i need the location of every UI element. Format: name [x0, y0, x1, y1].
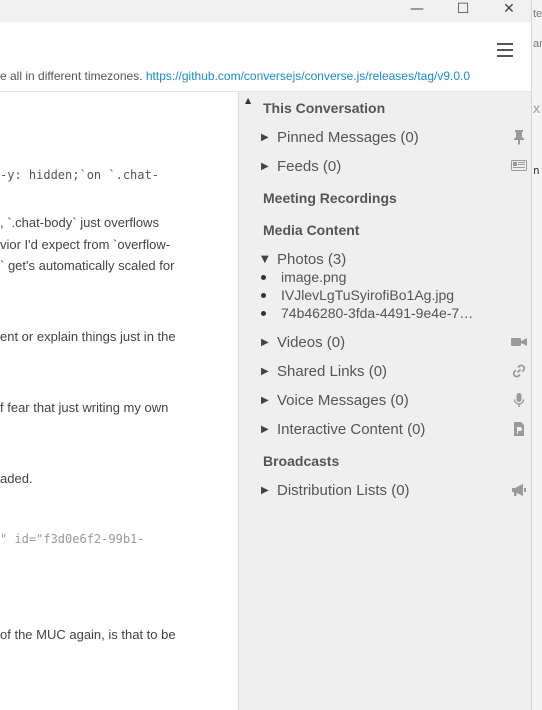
close-window-button[interactable]: ✕: [486, 0, 532, 22]
feed-icon: [511, 160, 527, 171]
minimize-button[interactable]: —: [394, 0, 440, 22]
bullet: [261, 292, 266, 298]
chat-message-line: vior I'd expect from `overflow-: [0, 237, 171, 252]
videos-label: Videos (0): [277, 334, 346, 351]
background-window: te am x n.j: [531, 0, 542, 710]
feeds-label: Feeds (0): [277, 158, 342, 175]
section-heading-broadcasts: Broadcasts: [263, 453, 340, 469]
chat-message-line: of the MUC again, is that to be: [0, 627, 176, 642]
photo-file-link[interactable]: 74b46280-3fda-4491-9e4e-7…: [261, 305, 473, 321]
section-heading-this-conversation: This Conversation: [263, 100, 386, 116]
interactive-content-label: Interactive Content (0): [277, 421, 426, 438]
expand-arrow-icon: ▶: [261, 366, 269, 377]
background-close-icon: x: [533, 100, 540, 116]
distribution-lists-toggle[interactable]: ▶ Distribution Lists (0): [261, 482, 531, 504]
chat-body: -y: hidden;`on `.chat- , `.chat-body` ju…: [0, 92, 238, 710]
photos-label: Photos (3): [277, 251, 347, 268]
expand-arrow-icon: ▶: [261, 395, 269, 406]
bullet: [261, 274, 266, 280]
shared-links-label: Shared Links (0): [277, 363, 388, 380]
maximize-button[interactable]: ☐: [440, 0, 486, 22]
chat-topic: e all in different timezones. https://gi…: [0, 69, 470, 83]
photo-file-link[interactable]: image.png: [261, 269, 346, 285]
chat-header: e all in different timezones. https://gi…: [0, 22, 531, 92]
chat-message-line: " id="f3d0e6f2-99b1-: [0, 532, 145, 546]
bullet: [261, 310, 266, 316]
expand-arrow-icon: ▶: [261, 337, 269, 348]
pinned-messages-toggle[interactable]: ▶ Pinned Messages (0): [261, 129, 531, 151]
collapse-arrow-icon: ▼: [261, 254, 269, 265]
hamburger-menu-icon[interactable]: [497, 43, 513, 57]
shared-links-toggle[interactable]: ▶ Shared Links (0): [261, 363, 531, 385]
background-text: am: [533, 38, 542, 50]
topic-link[interactable]: https://github.com/conversejs/converse.j…: [146, 69, 470, 83]
megaphone-icon: [512, 484, 526, 496]
interactive-content-toggle[interactable]: ▶ Interactive Content (0): [261, 421, 531, 443]
details-sidebar: ▲ This Conversation ▶ Pinned Messages (0…: [238, 92, 531, 710]
microphone-icon: [513, 393, 525, 407]
expand-arrow-icon: ▶: [261, 424, 269, 435]
videos-toggle[interactable]: ▶ Videos (0): [261, 334, 531, 356]
section-heading-meeting-recordings: Meeting Recordings: [263, 190, 397, 206]
pin-icon: [514, 130, 524, 145]
document-icon: [514, 422, 524, 436]
voice-messages-toggle[interactable]: ▶ Voice Messages (0): [261, 392, 531, 414]
photo-file-name: 74b46280-3fda-4491-9e4e-7…: [281, 305, 474, 321]
expand-arrow-icon: ▶: [261, 161, 269, 172]
photo-file-link[interactable]: IVJlevLgTuSyirofiBo1Ag.jpg: [261, 287, 454, 303]
link-icon: [512, 364, 526, 378]
video-camera-icon: [511, 338, 527, 346]
scroll-up-arrow-icon[interactable]: ▲: [245, 96, 251, 105]
expand-arrow-icon: ▶: [261, 132, 269, 143]
chat-message-line: -y: hidden;`on `.chat-: [0, 168, 159, 182]
chat-message-line: ` get's automatically scaled for: [0, 258, 175, 273]
photo-file-name: image.png: [281, 269, 347, 285]
chat-message-line: aded.: [0, 471, 33, 486]
topic-text: e all in different timezones.: [0, 69, 146, 83]
section-heading-media-content: Media Content: [263, 222, 360, 238]
voice-messages-label: Voice Messages (0): [277, 392, 409, 409]
background-text: te: [533, 8, 542, 20]
window-titlebar: — ☐ ✕: [0, 0, 531, 22]
chat-message-line: , `.chat-body` just overflows: [0, 215, 159, 230]
photo-file-name: IVJlevLgTuSyirofiBo1Ag.jpg: [281, 287, 455, 303]
background-text: n.j: [533, 164, 542, 177]
chat-message-line: f fear that just writing my own: [0, 400, 169, 415]
chat-message-line: ent or explain things just in the: [0, 329, 176, 344]
pinned-messages-label: Pinned Messages (0): [277, 129, 419, 146]
distribution-lists-label: Distribution Lists (0): [277, 482, 410, 499]
feeds-toggle[interactable]: ▶ Feeds (0): [261, 158, 531, 180]
expand-arrow-icon: ▶: [261, 485, 269, 496]
